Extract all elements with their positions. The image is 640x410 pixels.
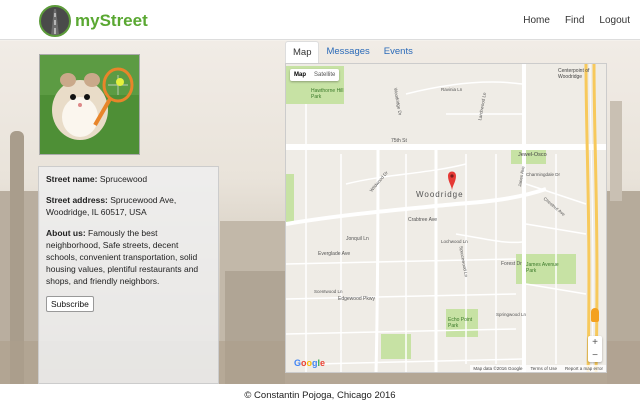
content-tabs: Map Messages Events <box>285 41 420 63</box>
map-road-label: Everglade Ave <box>318 251 351 257</box>
map-road-label: Charmingdale Dr <box>526 172 561 177</box>
zoom-control: + − <box>588 336 602 362</box>
app-logo[interactable]: myStreet <box>39 5 148 37</box>
street-name-value: Sprucewood <box>99 174 148 184</box>
map-road-label: Forest Dr <box>501 261 522 267</box>
map-road-label: Jonquil Ln <box>346 236 369 242</box>
about-us-row: About us: Famously the best neighborhood… <box>46 227 211 287</box>
report-map-error-link[interactable]: Report a map error <box>565 366 603 371</box>
nav-logout-link[interactable]: Logout <box>599 15 630 26</box>
street-name-row: Street name: Sprucewood <box>46 173 211 185</box>
terms-of-use-link[interactable]: Terms of Use <box>530 366 557 371</box>
map-road-label: Springwood Ln <box>496 312 527 317</box>
street-view-pegman-icon[interactable] <box>591 308 599 322</box>
about-us-label: About us: <box>46 228 86 238</box>
map-attribution: Map data ©2016 Google Terms of Use Repor… <box>470 365 606 372</box>
google-logo: Google <box>294 358 326 368</box>
map-city-label: Woodridge <box>416 190 464 199</box>
map-place-label: Centerpoint of Woodridge <box>558 68 590 80</box>
street-name-label: Street name: <box>46 174 98 184</box>
tab-events[interactable]: Events <box>377 41 420 63</box>
map-place-label: Echo Point Park <box>448 317 473 329</box>
street-avatar-image <box>39 54 140 155</box>
nav-find-link[interactable]: Find <box>565 15 584 26</box>
logo-text: myStreet <box>75 11 148 30</box>
zoom-in-button[interactable]: + <box>588 336 602 349</box>
road-logo-icon <box>39 5 71 37</box>
street-address-row: Street address: Sprucewood Ave, Woodridg… <box>46 194 211 218</box>
top-navbar: myStreet Home Find Logout <box>0 0 640 40</box>
tab-messages[interactable]: Messages <box>319 41 376 63</box>
tab-map[interactable]: Map <box>285 41 320 63</box>
map-road-label: Lochwood Ln <box>441 239 468 244</box>
map-road-label: 75th St <box>391 138 407 144</box>
map-road-label: Crabtree Ave <box>408 217 438 223</box>
map-road-label: Scentwood Ln <box>314 289 343 294</box>
google-map[interactable]: Hawthorne Hill Park Jewel-Osco Centerpoi… <box>285 63 607 373</box>
map-type-satellite-button[interactable]: Satellite <box>310 69 339 81</box>
map-road-label: Edgewood Pkwy <box>338 296 375 302</box>
nav-home-link[interactable]: Home <box>523 15 550 26</box>
page-footer: © Constantin Pojoga, Chicago 2016 <box>0 384 640 410</box>
map-data-credit: Map data ©2016 Google <box>473 366 523 371</box>
map-type-control: Map Satellite <box>290 69 340 81</box>
zoom-out-button[interactable]: − <box>588 349 602 362</box>
map-place-label: James Avenue Park <box>526 262 559 274</box>
street-info-panel: Street name: Sprucewood Street address: … <box>38 166 219 384</box>
map-type-map-button[interactable]: Map <box>290 69 310 81</box>
map-place-label: Hawthorne Hill Park <box>311 88 344 100</box>
map-road-label: Ravinia Ln <box>441 87 463 92</box>
street-address-label: Street address: <box>46 195 108 205</box>
main-nav: Home Find Logout <box>523 0 640 40</box>
subscribe-button[interactable]: Subscribe <box>46 296 94 312</box>
map-place-label: Jewel-Osco <box>518 152 547 158</box>
